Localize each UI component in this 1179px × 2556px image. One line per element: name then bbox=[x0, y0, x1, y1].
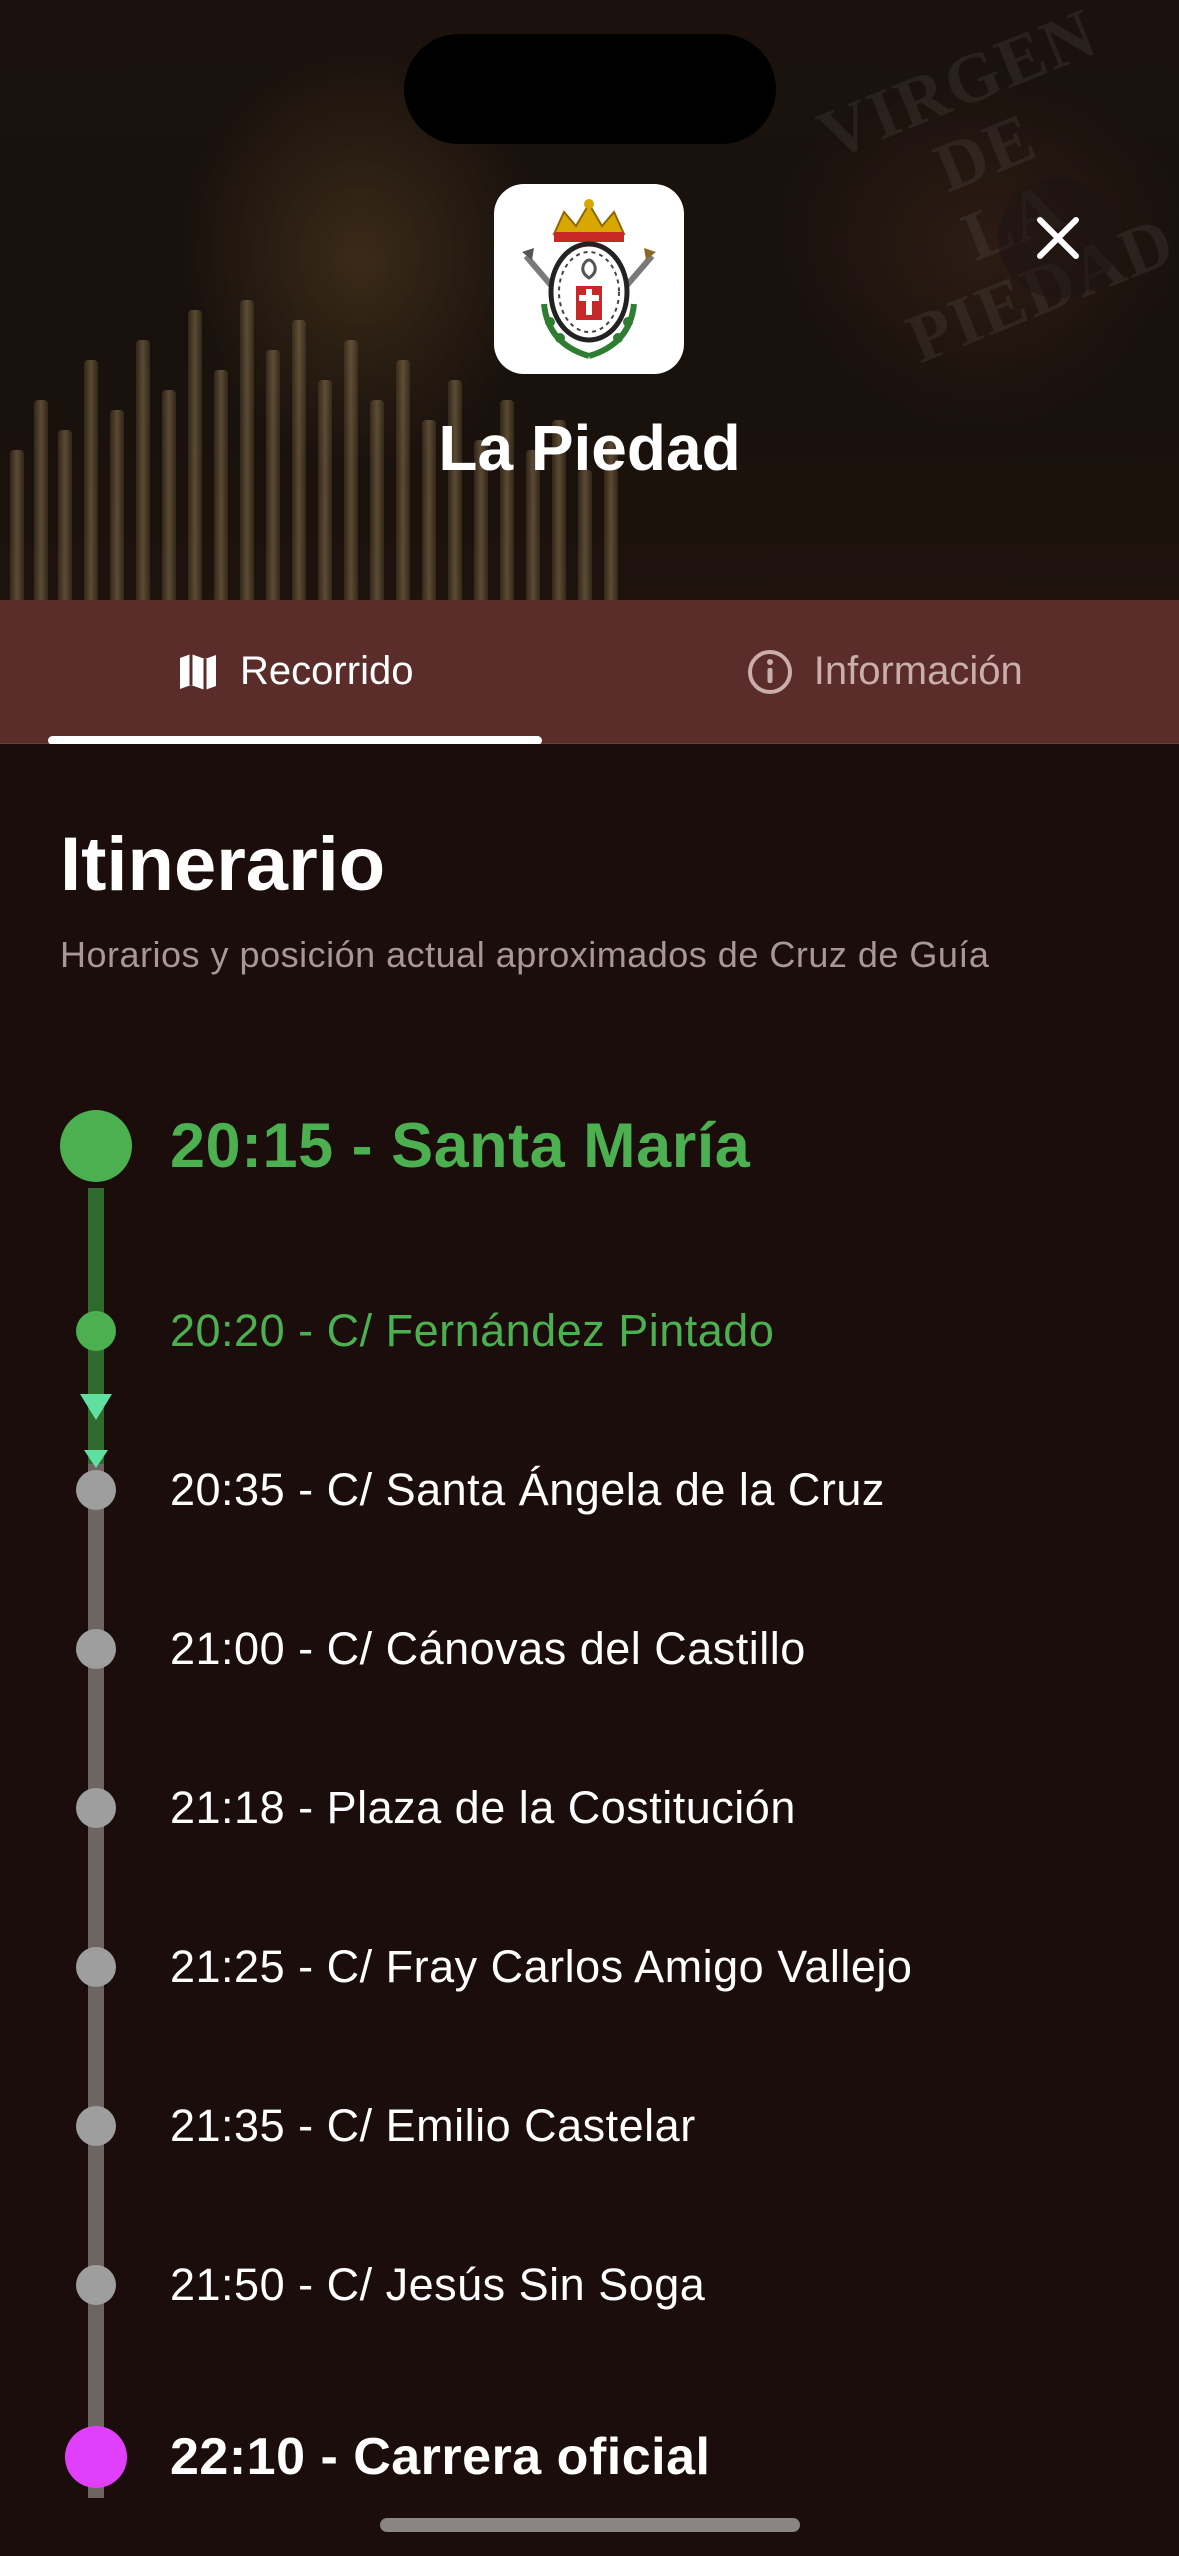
stop-label-start[interactable]: 20:15 - Santa María bbox=[170, 1107, 750, 1185]
itinerary-timeline: 20:15 - Santa María 20:20 - C/ Fernández… bbox=[0, 744, 1179, 2556]
stop-dot-milestone bbox=[65, 2426, 127, 2488]
tab-recorrido[interactable]: Recorrido bbox=[0, 600, 590, 745]
dynamic-island bbox=[404, 34, 776, 144]
crest-emblem-icon bbox=[522, 199, 656, 359]
close-button[interactable] bbox=[998, 178, 1118, 298]
brotherhood-crest-icon bbox=[494, 184, 684, 374]
stop-label[interactable]: 20:35 - C/ Santa Ángela de la Cruz bbox=[170, 1463, 885, 1517]
procession-detail-screen: VIRGEN DE LA PIEDAD bbox=[0, 0, 1179, 2556]
stop-label[interactable]: 21:00 - C/ Cánovas del Castillo bbox=[170, 1622, 806, 1676]
stop-dot bbox=[76, 2106, 116, 2146]
stop-label[interactable]: 20:20 - C/ Fernández Pintado bbox=[170, 1304, 774, 1358]
current-position-marker-icon bbox=[80, 1394, 112, 1468]
stop-dot bbox=[76, 1788, 116, 1828]
stop-dot-passed bbox=[76, 1311, 116, 1351]
stop-dot bbox=[76, 1470, 116, 1510]
info-icon bbox=[747, 649, 792, 694]
stop-dot bbox=[76, 1629, 116, 1669]
brotherhood-name: La Piedad bbox=[438, 412, 741, 484]
stop-label-milestone[interactable]: 22:10 - Carrera oficial bbox=[170, 2424, 710, 2490]
itinerary-panel[interactable]: Itinerario Horarios y posición actual ap… bbox=[0, 744, 1179, 2556]
map-icon bbox=[180, 653, 217, 690]
tab-recorrido-label: Recorrido bbox=[240, 649, 414, 693]
close-icon bbox=[1037, 217, 1079, 259]
stop-dot bbox=[76, 2265, 116, 2305]
stop-label[interactable]: 21:35 - C/ Emilio Castelar bbox=[170, 2099, 696, 2153]
stop-dot-start bbox=[60, 1110, 132, 1182]
stop-label[interactable]: 21:25 - C/ Fray Carlos Amigo Vallejo bbox=[170, 1940, 912, 1994]
stop-label[interactable]: 21:18 - Plaza de la Costitución bbox=[170, 1781, 796, 1835]
tab-informacion[interactable]: Información bbox=[590, 600, 1179, 743]
home-indicator[interactable] bbox=[380, 2518, 800, 2532]
stop-label[interactable]: 21:50 - C/ Jesús Sin Soga bbox=[170, 2258, 705, 2312]
stop-dot bbox=[76, 1947, 116, 1987]
tab-informacion-label: Información bbox=[813, 649, 1023, 693]
tab-bar: Recorrido Información bbox=[0, 600, 1179, 745]
